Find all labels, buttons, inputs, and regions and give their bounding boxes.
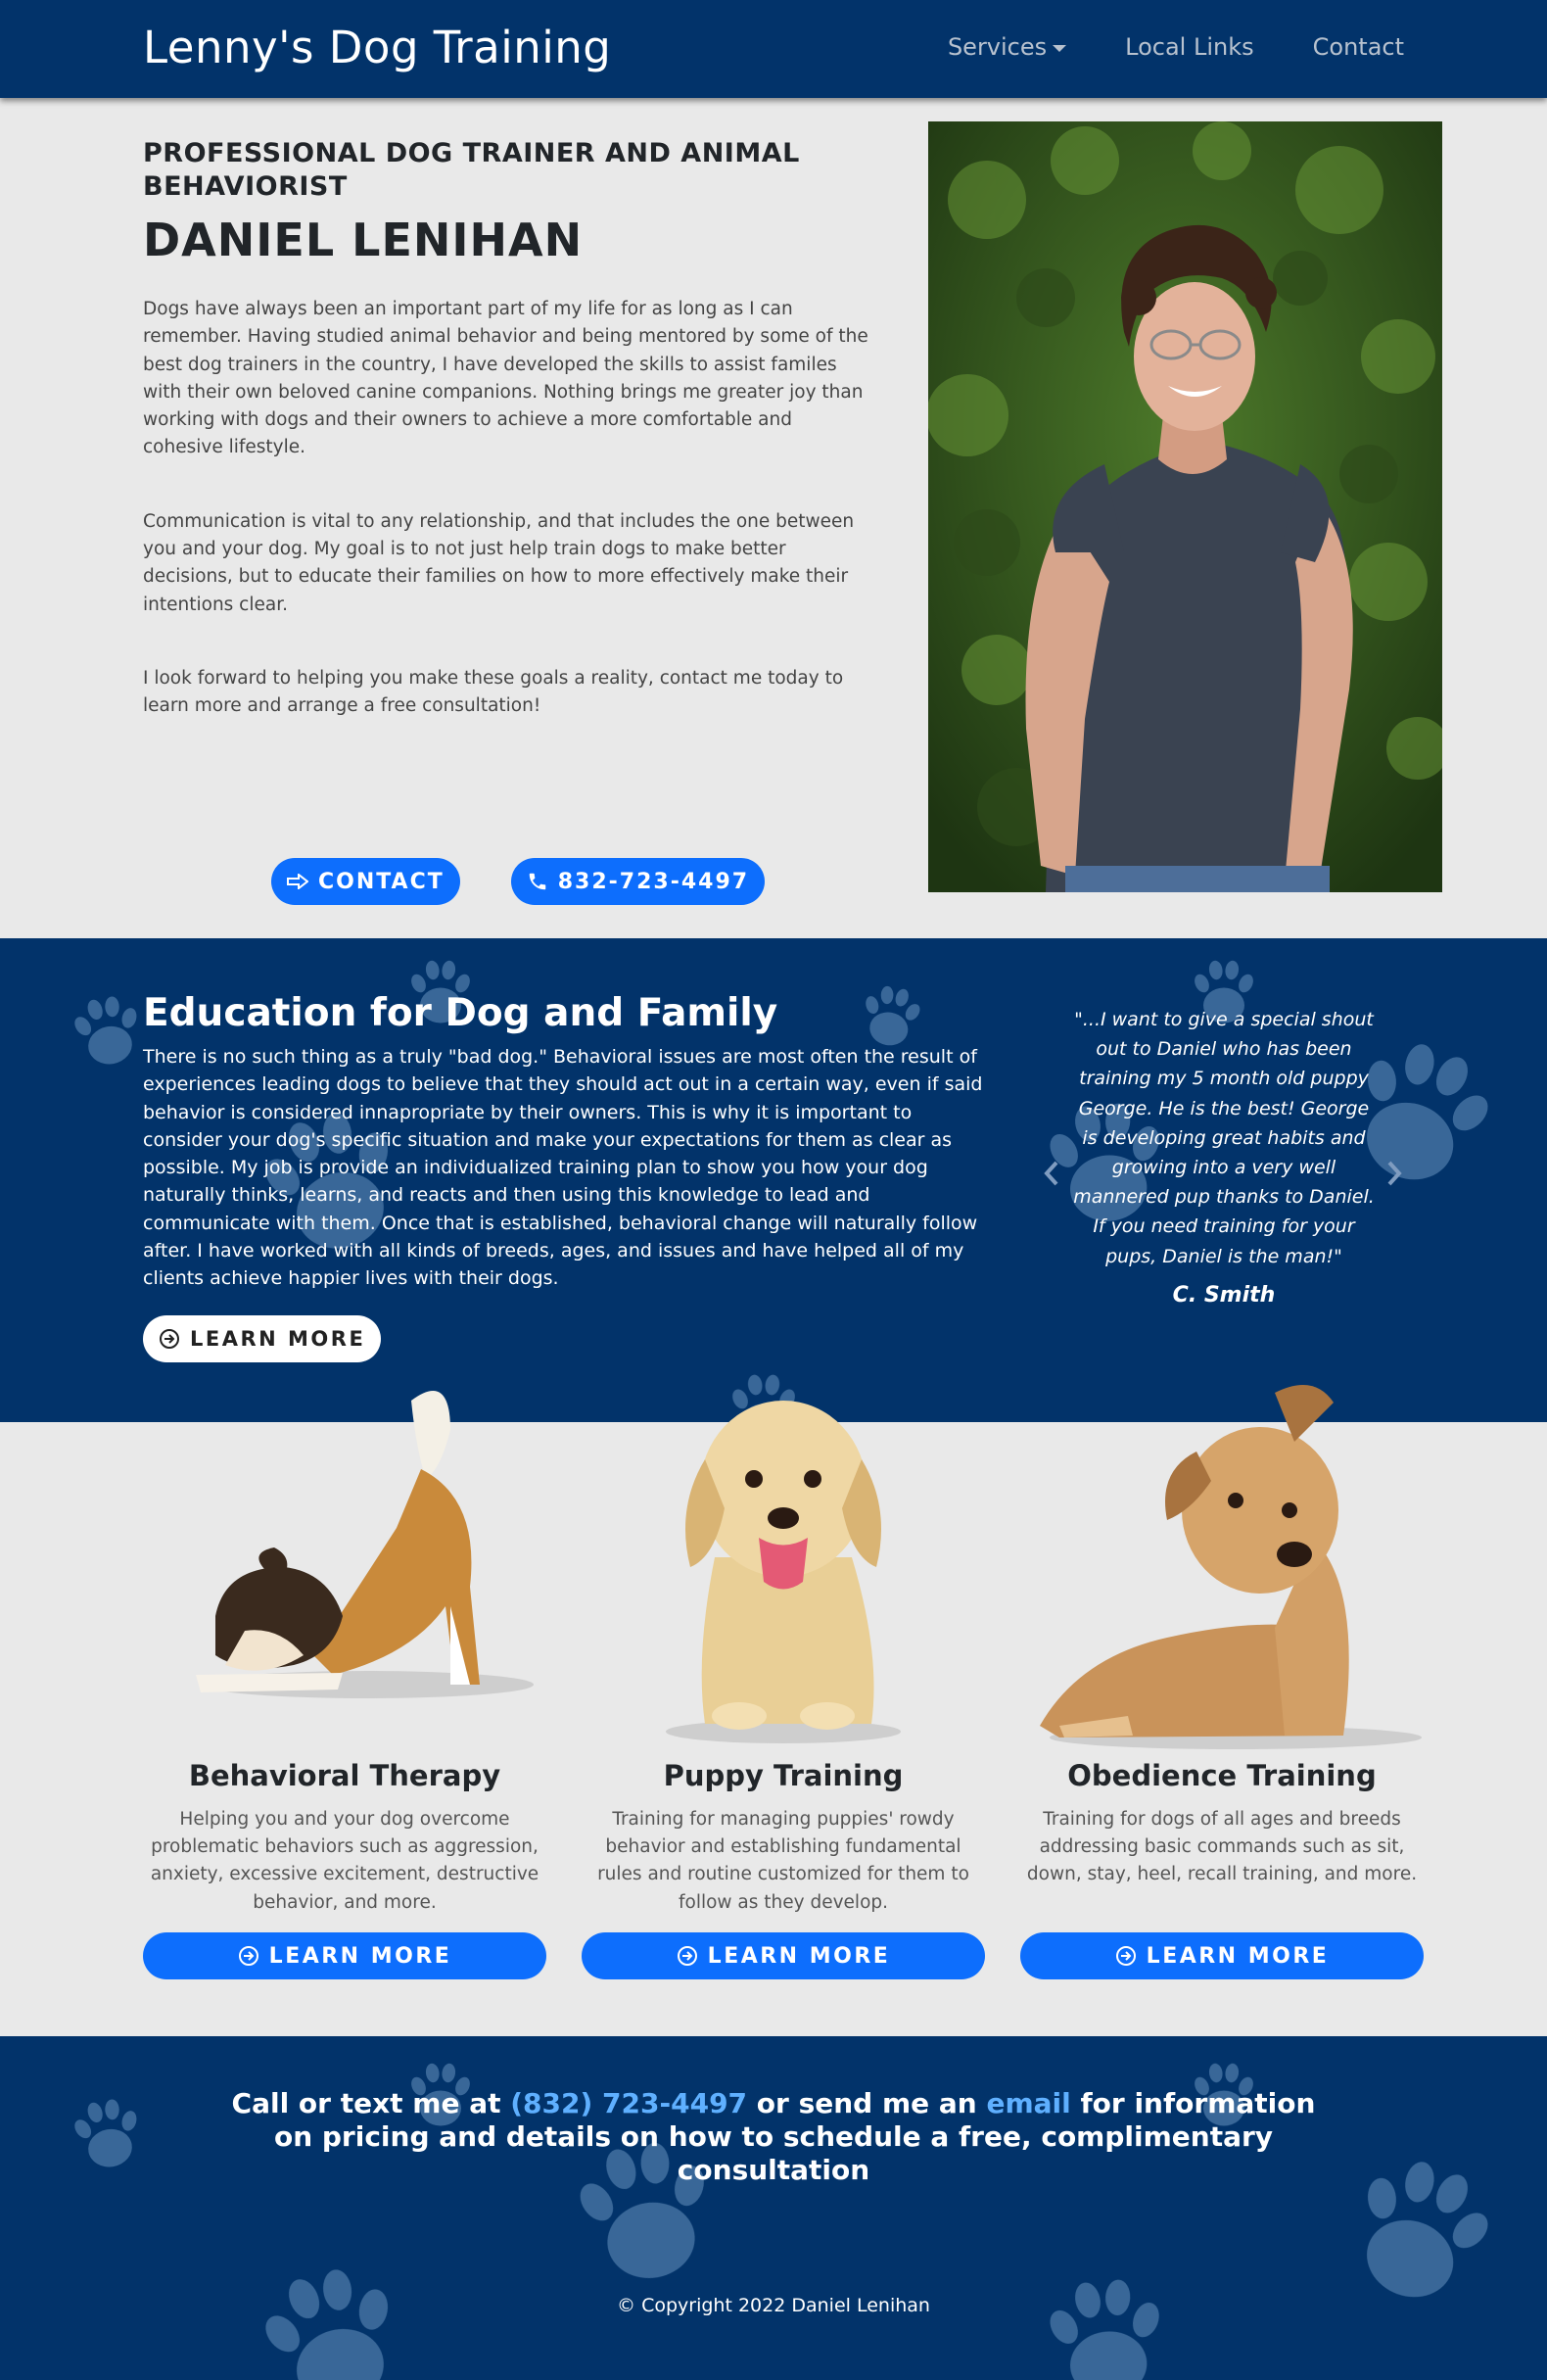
about-paragraph-3: I look forward to helping you make these… <box>143 667 844 717</box>
about-text: PROFESSIONAL DOG TRAINER AND ANIMAL BEHA… <box>143 137 877 721</box>
chevron-right-icon <box>1387 1161 1402 1186</box>
nav-services-label: Services <box>947 33 1048 61</box>
nav-services-dropdown[interactable]: Services <box>947 33 1067 61</box>
caret-down-icon <box>1053 44 1067 52</box>
footer-call-to-action: Call or text me at (832) 723-4497 or sen… <box>225 2087 1322 2187</box>
service-title: Puppy Training <box>663 1759 904 1792</box>
brand-logo[interactable]: Lenny's Dog Training <box>143 22 611 73</box>
circle-arrow-right-icon <box>677 1946 697 1966</box>
testimonial-author: C. Smith <box>1172 1282 1276 1308</box>
navbar: Lenny's Dog Training Services Local Link… <box>0 0 1547 98</box>
contact-button-label: CONTACT <box>318 869 445 894</box>
service-learn-more-button[interactable]: LEARN MORE <box>1020 1932 1424 1979</box>
nav-contact[interactable]: Contact <box>1313 33 1404 61</box>
service-learn-more-button[interactable]: LEARN MORE <box>582 1932 985 1979</box>
carousel-prev-button[interactable] <box>1032 1154 1071 1193</box>
circle-arrow-right-icon <box>160 1329 179 1349</box>
footer: Call or text me at (832) 723-4497 or sen… <box>0 2036 1547 2380</box>
lying-dog-image <box>1040 1385 1422 1749</box>
service-description: Helping you and your dog overcome proble… <box>150 1809 539 1913</box>
cta-text-2: or send me an <box>747 2087 987 2119</box>
testimonial-carousel: "...I want to give a special shout out t… <box>1072 1005 1376 1308</box>
phone-button[interactable]: 832-723-4497 <box>510 858 766 905</box>
circle-arrow-right-icon <box>238 1946 258 1966</box>
cta-email-link[interactable]: email <box>986 2087 1070 2119</box>
about-buttons: CONTACT 832-723-4497 <box>271 858 766 905</box>
education-learn-more-label: LEARN MORE <box>190 1327 366 1351</box>
about-subtitle: PROFESSIONAL DOG TRAINER AND ANIMAL BEHA… <box>143 138 800 202</box>
contact-button[interactable]: CONTACT <box>271 858 460 905</box>
service-description: Training for managing puppies' rowdy beh… <box>597 1809 969 1913</box>
phone-icon <box>529 873 545 890</box>
service-learn-more-button[interactable]: LEARN MORE <box>143 1932 546 1979</box>
cta-phone-link[interactable]: (832) 723-4497 <box>510 2087 747 2119</box>
education-learn-more-button[interactable]: LEARN MORE <box>143 1315 382 1362</box>
copyright: © Copyright 2022 Daniel Lenihan <box>617 2295 930 2316</box>
golden-puppy-image <box>666 1401 901 1743</box>
service-learn-more-label: LEARN MORE <box>707 1943 891 1969</box>
education-title: Education for Dog and Family <box>143 991 778 1035</box>
services-section: Behavioral Therapy Helping you and your … <box>0 1385 1547 2036</box>
service-learn-more-label: LEARN MORE <box>268 1943 452 1969</box>
cta-text-1: Call or text me at <box>231 2087 511 2119</box>
service-description: Training for dogs of all ages and breeds… <box>1026 1809 1418 1885</box>
arrow-right-icon <box>287 874 308 889</box>
nav-local-links[interactable]: Local Links <box>1125 33 1253 61</box>
education-text: Education for Dog and Family There is no… <box>143 991 985 1293</box>
dog-play-bow-image <box>196 1391 534 1698</box>
about-paragraph-1: Dogs have always been an important part … <box>143 299 868 458</box>
service-title: Obedience Training <box>1067 1759 1377 1792</box>
carousel-next-button[interactable] <box>1375 1154 1414 1193</box>
education-paragraph: There is no such thing as a truly "bad d… <box>143 1046 983 1290</box>
circle-arrow-right-icon <box>1115 1946 1136 1966</box>
phone-button-label: 832-723-4497 <box>557 869 750 894</box>
testimonial-quote: "...I want to give a special shout out t… <box>1073 1009 1375 1267</box>
about-paragraph-2: Communication is vital to any relationsh… <box>143 510 855 615</box>
chevron-left-icon <box>1044 1161 1058 1186</box>
trainer-photo <box>928 121 1442 892</box>
trainer-name: DANIEL LENIHAN <box>143 214 584 266</box>
service-title: Behavioral Therapy <box>188 1759 501 1792</box>
service-learn-more-label: LEARN MORE <box>1146 1943 1330 1969</box>
education-section: Education for Dog and Family There is no… <box>0 938 1547 1422</box>
nav-links: Services Local Links Contact <box>948 33 1404 61</box>
